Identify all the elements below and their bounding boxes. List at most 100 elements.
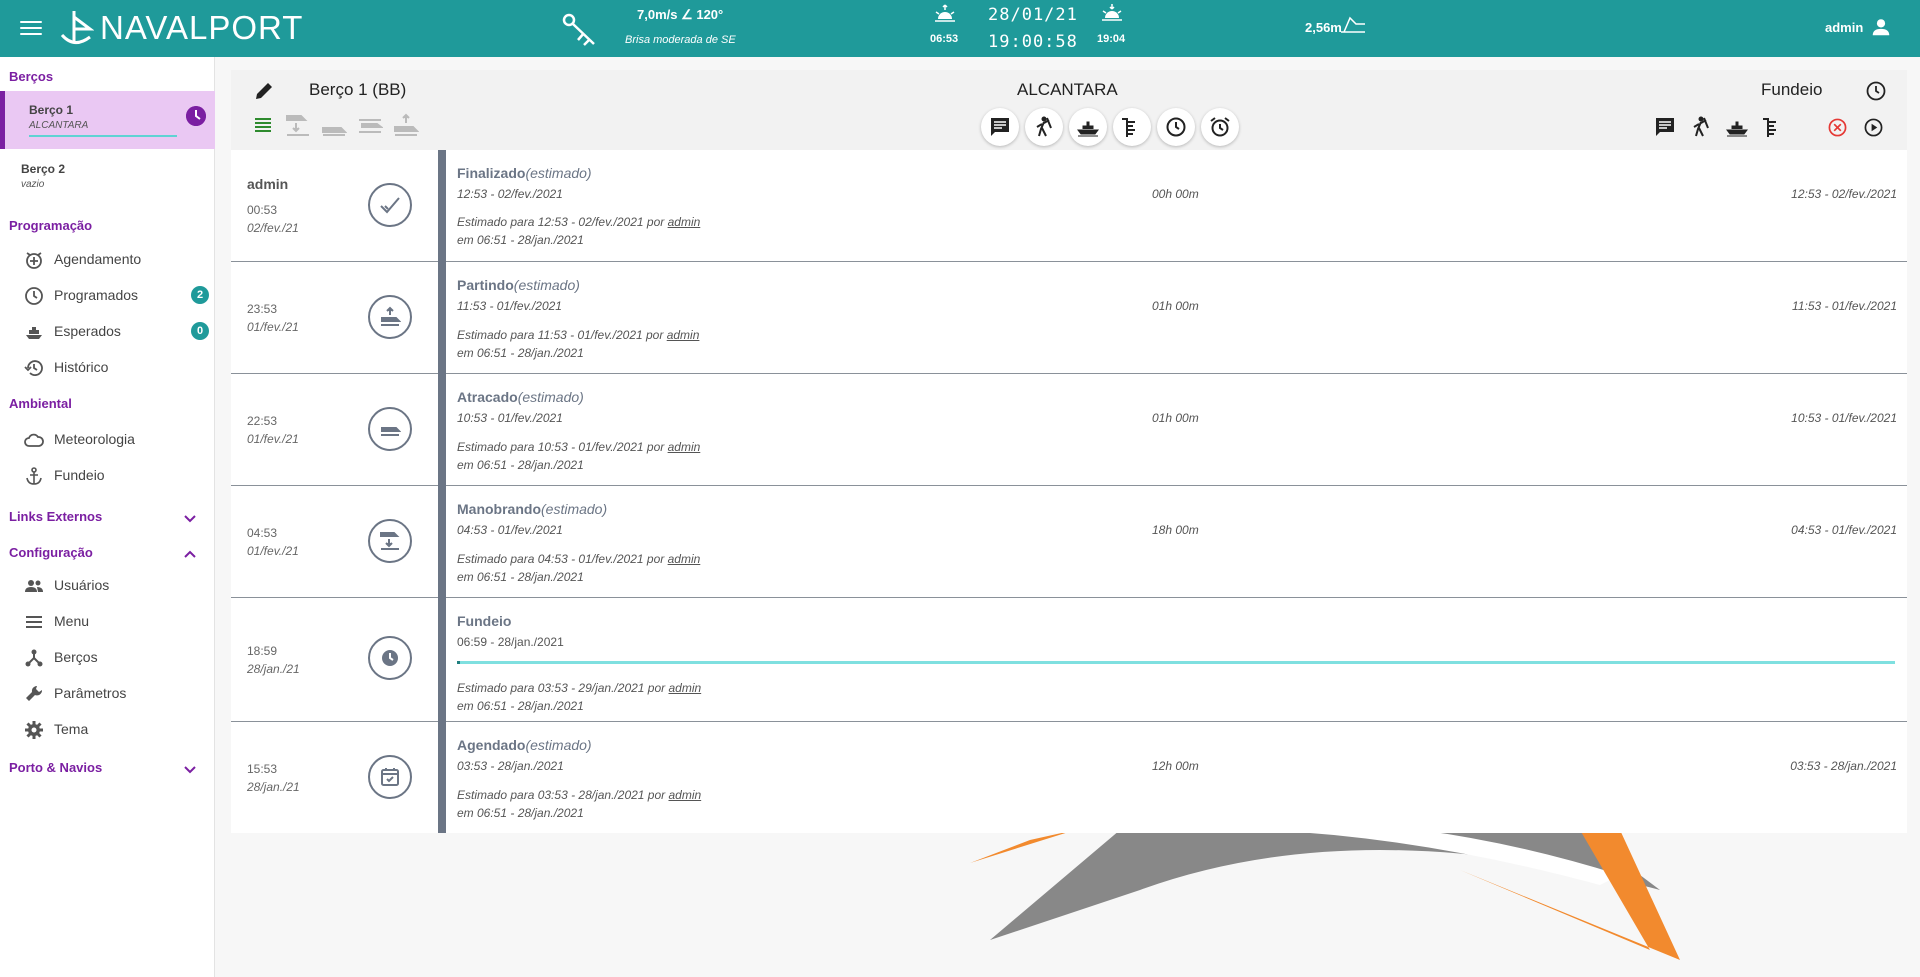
sidebar-item-menu[interactable]: Menu: [0, 605, 215, 637]
section-title-links-externos[interactable]: Links Externos: [9, 509, 102, 524]
sidebar-item-esperados[interactable]: Esperados 0: [0, 315, 215, 347]
chevron-down-icon[interactable]: [182, 510, 198, 526]
ship-arrival-button[interactable]: [1069, 108, 1107, 146]
sidebar-item-parametros[interactable]: Parâmetros: [0, 677, 215, 709]
cloud-icon: [24, 433, 44, 447]
event-estimate-text: Estimado para 04:53 - 01/fev./2021 por: [457, 552, 665, 566]
event-title-suffix: (estimado): [513, 277, 580, 293]
sidebar-item-historico[interactable]: Histórico: [0, 351, 215, 383]
chevron-down-icon[interactable]: [182, 761, 198, 777]
sidebar-item-meteorologia[interactable]: Meteorologia: [0, 423, 215, 455]
event-time: 04:53: [247, 526, 278, 540]
user-icon[interactable]: [1870, 16, 1892, 38]
comment-button[interactable]: [981, 108, 1019, 146]
ship-shift-icon[interactable]: [357, 112, 383, 138]
sidebar-item-programados[interactable]: Programados 2: [0, 279, 215, 311]
user-name[interactable]: admin: [1825, 20, 1863, 35]
berth-title: Berço 1 (BB): [309, 80, 407, 99]
undock-icon[interactable]: [393, 112, 419, 138]
docked-ship-icon[interactable]: [321, 112, 347, 138]
event-title-text: Finalizado: [457, 165, 526, 181]
event-title-suffix: (estimado): [525, 165, 592, 181]
maneuver-in-icon: [380, 532, 400, 550]
clock-icon[interactable]: [1865, 80, 1887, 102]
timeline-event-finalizado[interactable]: admin 00:53 02/fev./21 Finalizado(estima…: [231, 150, 1907, 262]
section-title-programacao[interactable]: Programação: [9, 218, 92, 233]
event-title-suffix: (estimado): [541, 501, 608, 517]
event-time: 18:59: [247, 644, 278, 658]
users-icon: [25, 580, 43, 592]
wind-speed: 7,0m/s ∠ 120°: [637, 7, 724, 22]
alarm-button[interactable]: [1201, 108, 1239, 146]
anchor-icon: [26, 467, 42, 485]
section-title-porto-navios[interactable]: Porto & Navios: [9, 760, 102, 775]
sidebar-item-agendamento[interactable]: Agendamento: [0, 243, 215, 275]
section-title-ambiental[interactable]: Ambiental: [9, 396, 72, 411]
estimate-user-link[interactable]: admin: [668, 552, 701, 566]
timeline-event-atracado[interactable]: 22:53 01/fev./21 Atracado(estimado) 10:5…: [231, 374, 1907, 486]
cancel-circle-icon[interactable]: [1828, 118, 1847, 137]
chevron-up-icon[interactable]: [182, 546, 198, 562]
section-title-bercos[interactable]: Berços: [9, 69, 53, 84]
event-user: admin: [247, 176, 289, 192]
event-estimate: Estimado para 04:53 - 01/fev./2021 por a…: [457, 552, 700, 566]
sunset-time: 19:04: [1097, 33, 1126, 45]
event-title-text: Partindo: [457, 277, 514, 293]
event-end: 03:53 - 28/jan./2021: [1790, 759, 1897, 773]
event-end: 10:53 - 01/fev./2021: [1791, 411, 1897, 425]
ship-name: ALCANTARA: [1017, 80, 1118, 99]
berth-name: Berço 2: [21, 162, 66, 176]
maneuver-in-icon[interactable]: [285, 112, 311, 138]
edit-pencil-icon[interactable]: [253, 80, 275, 102]
event-estimated-on: em 06:51 - 28/jan./2021: [457, 458, 584, 472]
estimate-user-link[interactable]: admin: [668, 788, 701, 802]
sidebar-item-bercos[interactable]: Berços: [0, 641, 215, 673]
event-duration: 01h 00m: [1152, 411, 1199, 425]
docked-ship-icon: [381, 427, 401, 436]
event-estimate: Estimado para 11:53 - 01/fev./2021 por a…: [457, 328, 699, 342]
timeline-event-agendado[interactable]: 15:53 28/jan./21 Agendado(estimado) 03:5…: [231, 722, 1907, 833]
ship-icon[interactable]: [1726, 116, 1748, 138]
event-estimate: Estimado para 10:53 - 01/fev./2021 por a…: [457, 440, 700, 454]
sunrise-time: 06:53: [930, 33, 959, 45]
hamburger-menu-icon[interactable]: [20, 17, 42, 39]
comment-icon[interactable]: [1654, 116, 1676, 138]
event-range: 04:53 - 01/fev./2021: [457, 523, 563, 537]
estimate-user-link[interactable]: admin: [668, 215, 701, 229]
event-date: 28/jan./21: [247, 780, 300, 794]
nodes-icon: [25, 649, 43, 667]
alarm-clock-icon: [1210, 117, 1230, 137]
undock-icon: [381, 306, 401, 326]
estimate-user-link[interactable]: admin: [667, 328, 700, 342]
sidebar-item-usuarios[interactable]: Usuários: [0, 569, 215, 601]
sidebar-item-label: Usuários: [54, 577, 110, 593]
list-view-icon[interactable]: [253, 115, 273, 135]
sidebar-item-fundeio[interactable]: Fundeio: [0, 459, 215, 491]
berth-item-2[interactable]: Berço 2 vazio: [0, 150, 215, 208]
berth-item-1[interactable]: Berço 1 ALCANTARA: [0, 91, 215, 149]
logo[interactable]: NAVALPORT: [60, 8, 303, 48]
timeline-event-partindo[interactable]: 23:53 01/fev./21 Partindo(estimado) 11:5…: [231, 262, 1907, 374]
tide-gauge-button[interactable]: [1113, 108, 1151, 146]
anchor-logo-icon: [60, 11, 94, 44]
timeline-event-fundeio[interactable]: 18:59 28/jan./21 Fundeio 06:59 - 28/jan.…: [231, 598, 1907, 722]
event-estimated-on: em 06:51 - 28/jan./2021: [457, 806, 584, 820]
estimate-user-link[interactable]: admin: [668, 681, 701, 695]
current-time: 19:00:58: [988, 32, 1078, 52]
pilot-icon[interactable]: [1690, 116, 1712, 138]
tide-gauge-icon[interactable]: [1762, 116, 1784, 138]
pilot-icon: [1036, 116, 1052, 137]
sidebar-item-tema[interactable]: Tema: [0, 713, 215, 745]
section-title-configuracao[interactable]: Configuração: [9, 545, 93, 560]
event-estimate-text: Estimado para 11:53 - 01/fev./2021 por: [457, 328, 664, 342]
play-circle-icon[interactable]: [1864, 118, 1883, 137]
event-estimate-text: Estimado para 03:53 - 29/jan./2021 por: [457, 681, 666, 695]
pilot-button[interactable]: [1025, 108, 1063, 146]
background-logo-watermark: [970, 830, 1680, 960]
schedule-button[interactable]: [1157, 108, 1195, 146]
estimate-user-link[interactable]: admin: [668, 440, 701, 454]
gear-icon: [25, 721, 43, 739]
event-time: 22:53: [247, 414, 278, 428]
timeline-event-manobrando[interactable]: 04:53 01/fev./21 Manobrando(estimado) 04…: [231, 486, 1907, 598]
calendar-check-icon: [381, 768, 399, 786]
